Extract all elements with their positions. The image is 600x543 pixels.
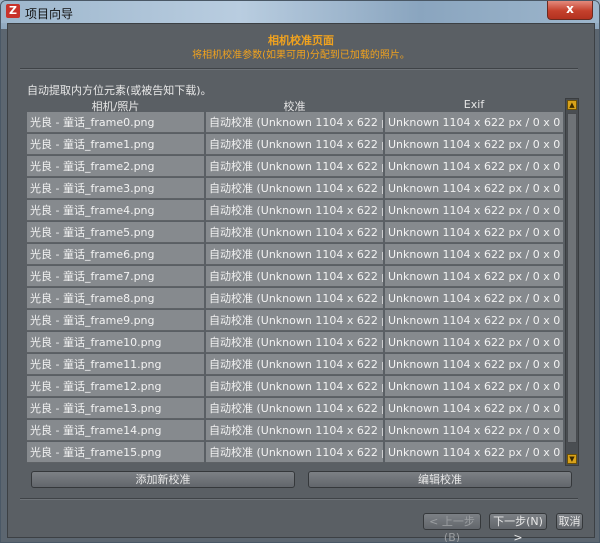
photo-cell[interactable]: 光良 - 童话_frame9.png: [27, 310, 204, 331]
exif-cell[interactable]: Unknown 1104 x 622 px / 0 x 0 px: [385, 200, 563, 221]
table-row[interactable]: 光良 - 童话_frame7.png 自动校准 (Unknown 1104 x 6…: [27, 266, 563, 288]
photo-cell[interactable]: 光良 - 童话_frame0.png: [27, 112, 204, 133]
photo-cell[interactable]: 光良 - 童话_frame12.png: [27, 376, 204, 397]
photo-cell[interactable]: 光良 - 童话_frame8.png: [27, 288, 204, 309]
vertical-scrollbar[interactable]: ▲ ▼: [565, 98, 579, 466]
exif-cell[interactable]: Unknown 1104 x 622 px / 0 x 0 px: [385, 332, 563, 353]
calibration-cell[interactable]: 自动校准 (Unknown 1104 x 622 px: [206, 112, 383, 133]
exif-cell[interactable]: Unknown 1104 x 622 px / 0 x 0 px: [385, 288, 563, 309]
calibration-cell[interactable]: 自动校准 (Unknown 1104 x 622 px: [206, 134, 383, 155]
section-label: 自动提取内方位元素(或被告知下载)。: [27, 84, 212, 97]
photo-cell[interactable]: 光良 - 童话_frame11.png: [27, 354, 204, 375]
photo-cell[interactable]: 光良 - 童话_frame15.png: [27, 442, 204, 463]
title-bar[interactable]: Z 项目向导 x: [1, 1, 599, 23]
scroll-down-icon[interactable]: ▼: [567, 454, 577, 464]
calibration-cell[interactable]: 自动校准 (Unknown 1104 x 622 px: [206, 442, 383, 463]
column-header-photo[interactable]: 相机/照片: [27, 98, 204, 113]
calibration-cell[interactable]: 自动校准 (Unknown 1104 x 622 px: [206, 244, 383, 265]
table-row[interactable]: 光良 - 童话_frame4.png 自动校准 (Unknown 1104 x 6…: [27, 200, 563, 222]
photo-cell[interactable]: 光良 - 童话_frame6.png: [27, 244, 204, 265]
photo-cell[interactable]: 光良 - 童话_frame7.png: [27, 266, 204, 287]
exif-cell[interactable]: Unknown 1104 x 622 px / 0 x 0 px: [385, 442, 563, 463]
table-row[interactable]: 光良 - 童话_frame1.png 自动校准 (Unknown 1104 x 6…: [27, 134, 563, 156]
table-header: 相机/照片 校准 Exif: [27, 98, 563, 113]
table-row[interactable]: 光良 - 童话_frame13.png 自动校准 (Unknown 1104 x …: [27, 398, 563, 420]
footer-divider: [20, 498, 578, 500]
column-header-calibration[interactable]: 校准: [206, 98, 383, 113]
exif-cell[interactable]: Unknown 1104 x 622 px / 0 x 0 px: [385, 222, 563, 243]
exif-cell[interactable]: Unknown 1104 x 622 px / 0 x 0 px: [385, 156, 563, 177]
photo-cell[interactable]: 光良 - 童话_frame4.png: [27, 200, 204, 221]
photo-cell[interactable]: 光良 - 童话_frame1.png: [27, 134, 204, 155]
exif-cell[interactable]: Unknown 1104 x 622 px / 0 x 0 px: [385, 134, 563, 155]
exif-cell[interactable]: Unknown 1104 x 622 px / 0 x 0 px: [385, 310, 563, 331]
app-logo-icon: Z: [6, 4, 20, 18]
table-row[interactable]: 光良 - 童话_frame15.png 自动校准 (Unknown 1104 x …: [27, 442, 563, 464]
calibration-cell[interactable]: 自动校准 (Unknown 1104 x 622 px: [206, 266, 383, 287]
project-wizard-window: Z 项目向导 x 相机校准页面 将相机校准参数(如果可用)分配到已加载的照片。 …: [0, 0, 600, 543]
table-row[interactable]: 光良 - 童话_frame12.png 自动校准 (Unknown 1104 x …: [27, 376, 563, 398]
table-row[interactable]: 光良 - 童话_frame3.png 自动校准 (Unknown 1104 x 6…: [27, 178, 563, 200]
table-row[interactable]: 光良 - 童话_frame11.png 自动校准 (Unknown 1104 x …: [27, 354, 563, 376]
table-row[interactable]: 光良 - 童话_frame2.png 自动校准 (Unknown 1104 x 6…: [27, 156, 563, 178]
calibration-cell[interactable]: 自动校准 (Unknown 1104 x 622 px: [206, 398, 383, 419]
close-button[interactable]: x: [547, 1, 593, 20]
photo-cell[interactable]: 光良 - 童话_frame3.png: [27, 178, 204, 199]
window-title: 项目向导: [25, 7, 74, 21]
exif-cell[interactable]: Unknown 1104 x 622 px / 0 x 0 px: [385, 112, 563, 133]
table-row[interactable]: 光良 - 童话_frame9.png 自动校准 (Unknown 1104 x 6…: [27, 310, 563, 332]
table-row[interactable]: 光良 - 童话_frame10.png 自动校准 (Unknown 1104 x …: [27, 332, 563, 354]
calibration-cell[interactable]: 自动校准 (Unknown 1104 x 622 px: [206, 376, 383, 397]
table-body: 光良 - 童话_frame0.png 自动校准 (Unknown 1104 x 6…: [27, 112, 563, 466]
exif-cell[interactable]: Unknown 1104 x 622 px / 0 x 0 px: [385, 178, 563, 199]
page-subtitle: 将相机校准参数(如果可用)分配到已加载的照片。: [192, 50, 410, 61]
exif-cell[interactable]: Unknown 1104 x 622 px / 0 x 0 px: [385, 266, 563, 287]
calibration-cell[interactable]: 自动校准 (Unknown 1104 x 622 px: [206, 222, 383, 243]
exif-cell[interactable]: Unknown 1104 x 622 px / 0 x 0 px: [385, 376, 563, 397]
calibration-cell[interactable]: 自动校准 (Unknown 1104 x 622 px: [206, 200, 383, 221]
table-row[interactable]: 光良 - 童话_frame6.png 自动校准 (Unknown 1104 x 6…: [27, 244, 563, 266]
exif-cell[interactable]: Unknown 1104 x 622 px / 0 x 0 px: [385, 398, 563, 419]
photo-cell[interactable]: 光良 - 童话_frame10.png: [27, 332, 204, 353]
photo-cell[interactable]: 光良 - 童话_frame5.png: [27, 222, 204, 243]
header-divider: [20, 68, 578, 70]
calibration-table: 相机/照片 校准 Exif 光良 - 童话_frame0.png 自动校准 (Un…: [27, 98, 581, 466]
calibration-cell[interactable]: 自动校准 (Unknown 1104 x 622 px: [206, 288, 383, 309]
calibration-cell[interactable]: 自动校准 (Unknown 1104 x 622 px: [206, 156, 383, 177]
table-row[interactable]: 光良 - 童话_frame0.png 自动校准 (Unknown 1104 x 6…: [27, 112, 563, 134]
scroll-up-icon[interactable]: ▲: [567, 100, 577, 110]
table-row[interactable]: 光良 - 童话_frame8.png 自动校准 (Unknown 1104 x 6…: [27, 288, 563, 310]
scroll-thumb[interactable]: [567, 113, 577, 443]
exif-cell[interactable]: Unknown 1104 x 622 px / 0 x 0 px: [385, 420, 563, 441]
back-button[interactable]: < 上一步(B): [423, 513, 481, 542]
exif-cell[interactable]: Unknown 1104 x 622 px / 0 x 0 px: [385, 354, 563, 375]
wizard-panel: 相机校准页面 将相机校准参数(如果可用)分配到已加载的照片。 自动提取内方位元素…: [7, 23, 595, 542]
next-button[interactable]: 下一步(N) >: [489, 513, 547, 542]
calibration-cell[interactable]: 自动校准 (Unknown 1104 x 622 px: [206, 310, 383, 331]
column-header-exif[interactable]: Exif: [385, 98, 563, 112]
calibration-cell[interactable]: 自动校准 (Unknown 1104 x 622 px: [206, 354, 383, 375]
calibration-cell[interactable]: 自动校准 (Unknown 1104 x 622 px: [206, 420, 383, 441]
calibration-cell[interactable]: 自动校准 (Unknown 1104 x 622 px: [206, 332, 383, 353]
table-row[interactable]: 光良 - 童话_frame14.png 自动校准 (Unknown 1104 x …: [27, 420, 563, 442]
edit-calibration-button[interactable]: 编辑校准: [308, 471, 572, 488]
photo-cell[interactable]: 光良 - 童话_frame14.png: [27, 420, 204, 441]
add-calibration-button[interactable]: 添加新校准: [31, 471, 295, 488]
exif-cell[interactable]: Unknown 1104 x 622 px / 0 x 0 px: [385, 244, 563, 265]
table-row[interactable]: 光良 - 童话_frame5.png 自动校准 (Unknown 1104 x 6…: [27, 222, 563, 244]
photo-cell[interactable]: 光良 - 童话_frame2.png: [27, 156, 204, 177]
cancel-button[interactable]: 取消: [556, 513, 583, 530]
photo-cell[interactable]: 光良 - 童话_frame13.png: [27, 398, 204, 419]
calibration-cell[interactable]: 自动校准 (Unknown 1104 x 622 px: [206, 178, 383, 199]
